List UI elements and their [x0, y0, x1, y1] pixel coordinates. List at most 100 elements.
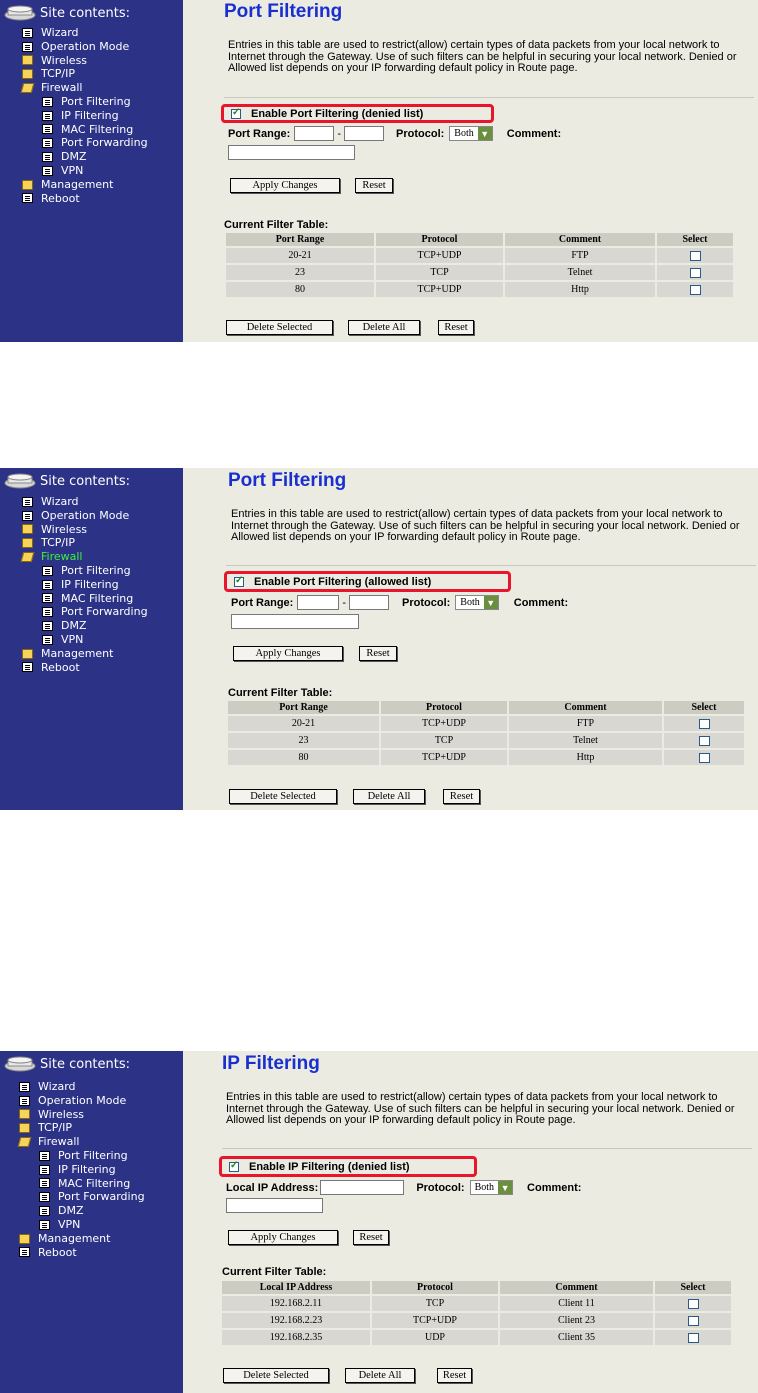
sidebar-item-label: Port Forwarding [58, 1190, 145, 1204]
sidebar-item-wizard[interactable]: Wizard [22, 26, 148, 40]
chevron-down-icon[interactable]: ▼ [483, 596, 498, 609]
sidebar-item-dmz[interactable]: DMZ [22, 150, 148, 164]
delete-all-button[interactable]: Delete All [348, 320, 420, 335]
sidebar-item-vpn[interactable]: VPN [22, 633, 148, 647]
apply-changes-button[interactable]: Apply Changes [233, 646, 343, 661]
sidebar-item-dmz[interactable]: DMZ [19, 1204, 145, 1218]
delete-all-button[interactable]: Delete All [353, 789, 425, 804]
sidebar-item-tcp-ip[interactable]: TCP/IP [22, 67, 148, 81]
sidebar-item-mac-filtering[interactable]: MAC Filtering [22, 123, 148, 137]
sidebar-item-reboot[interactable]: Reboot [22, 661, 148, 675]
sidebar-item-management[interactable]: Management [19, 1232, 145, 1246]
row-select-checkbox[interactable] [698, 735, 710, 746]
sidebar-item-wizard[interactable]: Wizard [22, 495, 148, 509]
table-row: 192.168.2.11 TCP Client 11 [222, 1296, 731, 1311]
sidebar-item-port-filtering[interactable]: Port Filtering [22, 564, 148, 578]
sidebar-item-label: TCP/IP [41, 536, 75, 550]
local-ip-input[interactable] [320, 1180, 405, 1195]
protocol-label: Protocol: [402, 596, 451, 609]
reset-button[interactable]: Reset [359, 646, 397, 661]
sidebar-item-operation-mode[interactable]: Operation Mode [22, 509, 148, 523]
protocol-select[interactable]: Both ▼ [455, 595, 499, 610]
sidebar-item-mac-filtering[interactable]: MAC Filtering [19, 1177, 145, 1191]
col-comment: Comment [509, 701, 662, 714]
sidebar-item-label: VPN [61, 163, 84, 177]
sidebar-item-wireless[interactable]: Wireless [22, 523, 148, 537]
row-select-checkbox[interactable] [689, 284, 701, 295]
cell-comment: Client 35 [500, 1330, 653, 1345]
cell-protocol: TCP [372, 1296, 498, 1311]
sidebar-item-wizard[interactable]: Wizard [19, 1080, 145, 1094]
enable-filter-checkbox[interactable] [234, 575, 244, 587]
delete-selected-button[interactable]: Delete Selected [226, 320, 333, 335]
cell-comment: FTP [505, 248, 655, 263]
sidebar-item-vpn[interactable]: VPN [19, 1218, 145, 1232]
col-local-ip: Local IP Address [222, 1281, 370, 1294]
port-range-end-input[interactable] [344, 126, 385, 141]
protocol-select[interactable]: Both ▼ [469, 1180, 514, 1195]
sidebar-item-management[interactable]: Management [22, 178, 148, 192]
col-comment: Comment [500, 1281, 653, 1294]
sidebar-item-reboot[interactable]: Reboot [22, 192, 148, 206]
row-select-checkbox[interactable] [698, 752, 710, 763]
comment-input[interactable] [231, 614, 359, 629]
row-select-checkbox[interactable] [689, 267, 701, 278]
sidebar-item-ip-filtering[interactable]: IP Filtering [22, 109, 148, 123]
sidebar-item-port-forwarding[interactable]: Port Forwarding [22, 605, 148, 619]
sidebar-item-dmz[interactable]: DMZ [22, 619, 148, 633]
sidebar-item-port-forwarding[interactable]: Port Forwarding [22, 136, 148, 150]
sidebar-item-port-filtering[interactable]: Port Filtering [22, 95, 148, 109]
delete-all-button[interactable]: Delete All [345, 1368, 415, 1383]
comment-input[interactable] [226, 1198, 323, 1213]
reset-table-button[interactable]: Reset [438, 320, 474, 335]
delete-selected-button[interactable]: Delete Selected [223, 1368, 329, 1383]
reset-table-button[interactable]: Reset [443, 789, 480, 804]
sidebar-item-tcp-ip[interactable]: TCP/IP [19, 1121, 145, 1135]
sidebar-item-firewall[interactable]: Firewall [17, 1135, 145, 1149]
sidebar-item-port-forwarding[interactable]: Port Forwarding [19, 1190, 145, 1204]
row-select-checkbox[interactable] [687, 1298, 699, 1309]
sidebar-item-firewall[interactable]: Firewall [20, 550, 148, 564]
folder-icon [22, 648, 33, 659]
sidebar-item-ip-filtering[interactable]: IP Filtering [22, 578, 148, 592]
sidebar-item-tcp-ip[interactable]: TCP/IP [22, 536, 148, 550]
sidebar-item-reboot[interactable]: Reboot [19, 1246, 145, 1260]
chevron-down-icon[interactable]: ▼ [498, 1181, 513, 1194]
sidebar-item-port-filtering[interactable]: Port Filtering [19, 1149, 145, 1163]
port-range-label: Port Range: [231, 596, 294, 609]
apply-changes-button[interactable]: Apply Changes [230, 178, 340, 193]
cell-protocol: TCP+UDP [381, 750, 507, 765]
protocol-select[interactable]: Both ▼ [449, 126, 493, 141]
sidebar-item-operation-mode[interactable]: Operation Mode [22, 40, 148, 54]
sidebar-item-mac-filtering[interactable]: MAC Filtering [22, 592, 148, 606]
enable-filter-checkbox[interactable] [231, 107, 241, 119]
sidebar-item-management[interactable]: Management [22, 647, 148, 661]
sidebar-item-label: IP Filtering [61, 577, 119, 591]
sidebar-item-operation-mode[interactable]: Operation Mode [19, 1094, 145, 1108]
row-select-checkbox[interactable] [689, 250, 701, 261]
apply-changes-button[interactable]: Apply Changes [228, 1230, 338, 1245]
sidebar-item-wireless[interactable]: Wireless [19, 1108, 145, 1122]
sidebar-item-vpn[interactable]: VPN [22, 164, 148, 178]
delete-selected-button[interactable]: Delete Selected [229, 789, 337, 804]
sidebar-item-label: MAC Filtering [61, 122, 134, 136]
port-range-start-input[interactable] [297, 595, 340, 610]
reset-table-button[interactable]: Reset [437, 1368, 472, 1383]
sidebar-item-ip-filtering[interactable]: IP Filtering [19, 1163, 145, 1177]
sidebar-item-label: VPN [58, 1217, 81, 1231]
reset-button[interactable]: Reset [355, 178, 393, 193]
enable-filter-checkbox[interactable] [229, 1160, 239, 1172]
chevron-down-icon[interactable]: ▼ [477, 127, 492, 140]
sidebar-item-firewall[interactable]: Firewall [20, 81, 148, 95]
sidebar-item-wireless[interactable]: Wireless [22, 54, 148, 68]
sidebar-header: Site contents: [4, 1053, 130, 1075]
sidebar-header: Site contents: [4, 470, 130, 492]
port-range-end-input[interactable] [349, 595, 390, 610]
row-select-checkbox[interactable] [687, 1315, 699, 1326]
row-select-checkbox[interactable] [687, 1332, 699, 1343]
port-range-start-input[interactable] [294, 126, 335, 141]
comment-input[interactable] [228, 145, 355, 160]
router-icon [4, 1056, 36, 1072]
row-select-checkbox[interactable] [698, 718, 710, 729]
reset-button[interactable]: Reset [353, 1230, 389, 1245]
